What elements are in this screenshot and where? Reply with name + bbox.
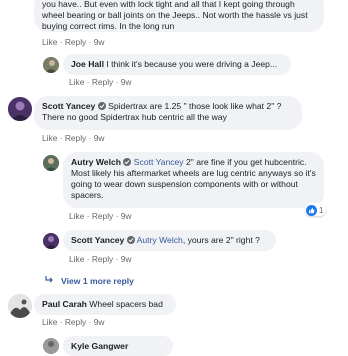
avatar[interactable] bbox=[43, 155, 59, 171]
timestamp[interactable]: 9w bbox=[121, 254, 132, 264]
reply-button[interactable]: Reply bbox=[65, 133, 86, 143]
author-name[interactable]: Joe Hall bbox=[71, 59, 104, 69]
timestamp[interactable]: 9w bbox=[94, 317, 105, 327]
view-more-label[interactable]: View 1 more reply bbox=[61, 276, 134, 286]
reply-arrow-icon bbox=[45, 276, 55, 286]
like-button[interactable]: Like bbox=[42, 37, 57, 47]
comment-actions: Like · Reply · 9w bbox=[42, 133, 105, 143]
comment-bubble: Scott Yancey Autry Welch, yours are 2" r… bbox=[63, 230, 276, 251]
author-name[interactable]: Autry Welch bbox=[71, 157, 121, 167]
reply-button[interactable]: Reply bbox=[92, 77, 113, 87]
like-button[interactable]: Like bbox=[69, 211, 84, 221]
comment-bubble: Autry Welch Scott Yancey 2" are fine if … bbox=[63, 152, 324, 208]
timestamp[interactable]: 9w bbox=[94, 37, 105, 47]
comment-bubble: Kyle Gangwer bbox=[63, 336, 173, 356]
fan-badge-icon bbox=[97, 102, 106, 110]
comment-actions: Like · Reply · 9w bbox=[69, 211, 132, 221]
comment-bubble: Scott Yancey Spidertrax are 1.25 " those… bbox=[34, 96, 302, 130]
avatar[interactable] bbox=[8, 294, 32, 318]
timestamp[interactable]: 9w bbox=[94, 133, 105, 143]
comment-text: Wheel spacers bad bbox=[89, 299, 163, 309]
comment-bubble: Joe Hall I think it's because you were d… bbox=[63, 54, 291, 75]
avatar[interactable] bbox=[43, 57, 59, 73]
mention-link[interactable]: Autry Welch bbox=[137, 235, 183, 245]
like-button[interactable]: Like bbox=[42, 133, 57, 143]
comment-bubble: Paul Carah Wheel spacers bad bbox=[34, 294, 176, 315]
timestamp[interactable]: 9w bbox=[121, 211, 132, 221]
author-name[interactable]: Scott Yancey bbox=[71, 235, 124, 245]
like-button[interactable]: Like bbox=[69, 254, 84, 264]
reaction-count[interactable]: 1 bbox=[305, 203, 327, 216]
mention-link[interactable]: Scott Yancey bbox=[134, 157, 184, 167]
avatar[interactable] bbox=[43, 338, 59, 354]
comment-text: I think it's because you were driving a … bbox=[106, 59, 278, 69]
like-button[interactable]: Like bbox=[42, 317, 57, 327]
fan-badge-icon bbox=[123, 158, 132, 166]
view-more-replies[interactable]: View 1 more reply bbox=[45, 276, 134, 286]
author-name[interactable]: Scott Yancey bbox=[42, 101, 95, 111]
reply-button[interactable]: Reply bbox=[92, 254, 113, 264]
author-name[interactable]: Kyle Gangwer bbox=[71, 341, 128, 351]
like-button[interactable]: Like bbox=[69, 77, 84, 87]
comment-actions: Like · Reply · 9w bbox=[69, 254, 132, 264]
comment-actions: Like · Reply · 9w bbox=[42, 37, 105, 47]
comment-text: , yours are 2" right ? bbox=[182, 235, 260, 245]
avatar[interactable] bbox=[8, 97, 32, 121]
fan-badge-icon bbox=[126, 236, 135, 244]
avatar[interactable] bbox=[43, 233, 59, 249]
reply-button[interactable]: Reply bbox=[65, 37, 86, 47]
comment-text: you have.. But even with lock tight and … bbox=[42, 0, 308, 31]
reply-button[interactable]: Reply bbox=[92, 211, 113, 221]
timestamp[interactable]: 9w bbox=[121, 77, 132, 87]
author-name[interactable]: Paul Carah bbox=[42, 299, 87, 309]
comment-actions: Like · Reply · 9w bbox=[69, 77, 132, 87]
comment-bubble-top: you have.. But even with lock tight and … bbox=[34, 0, 324, 32]
reaction-number: 1 bbox=[319, 205, 324, 215]
reply-button[interactable]: Reply bbox=[65, 317, 86, 327]
comment-actions: Like · Reply · 9w bbox=[42, 317, 105, 327]
thumbs-up-icon bbox=[306, 204, 317, 216]
